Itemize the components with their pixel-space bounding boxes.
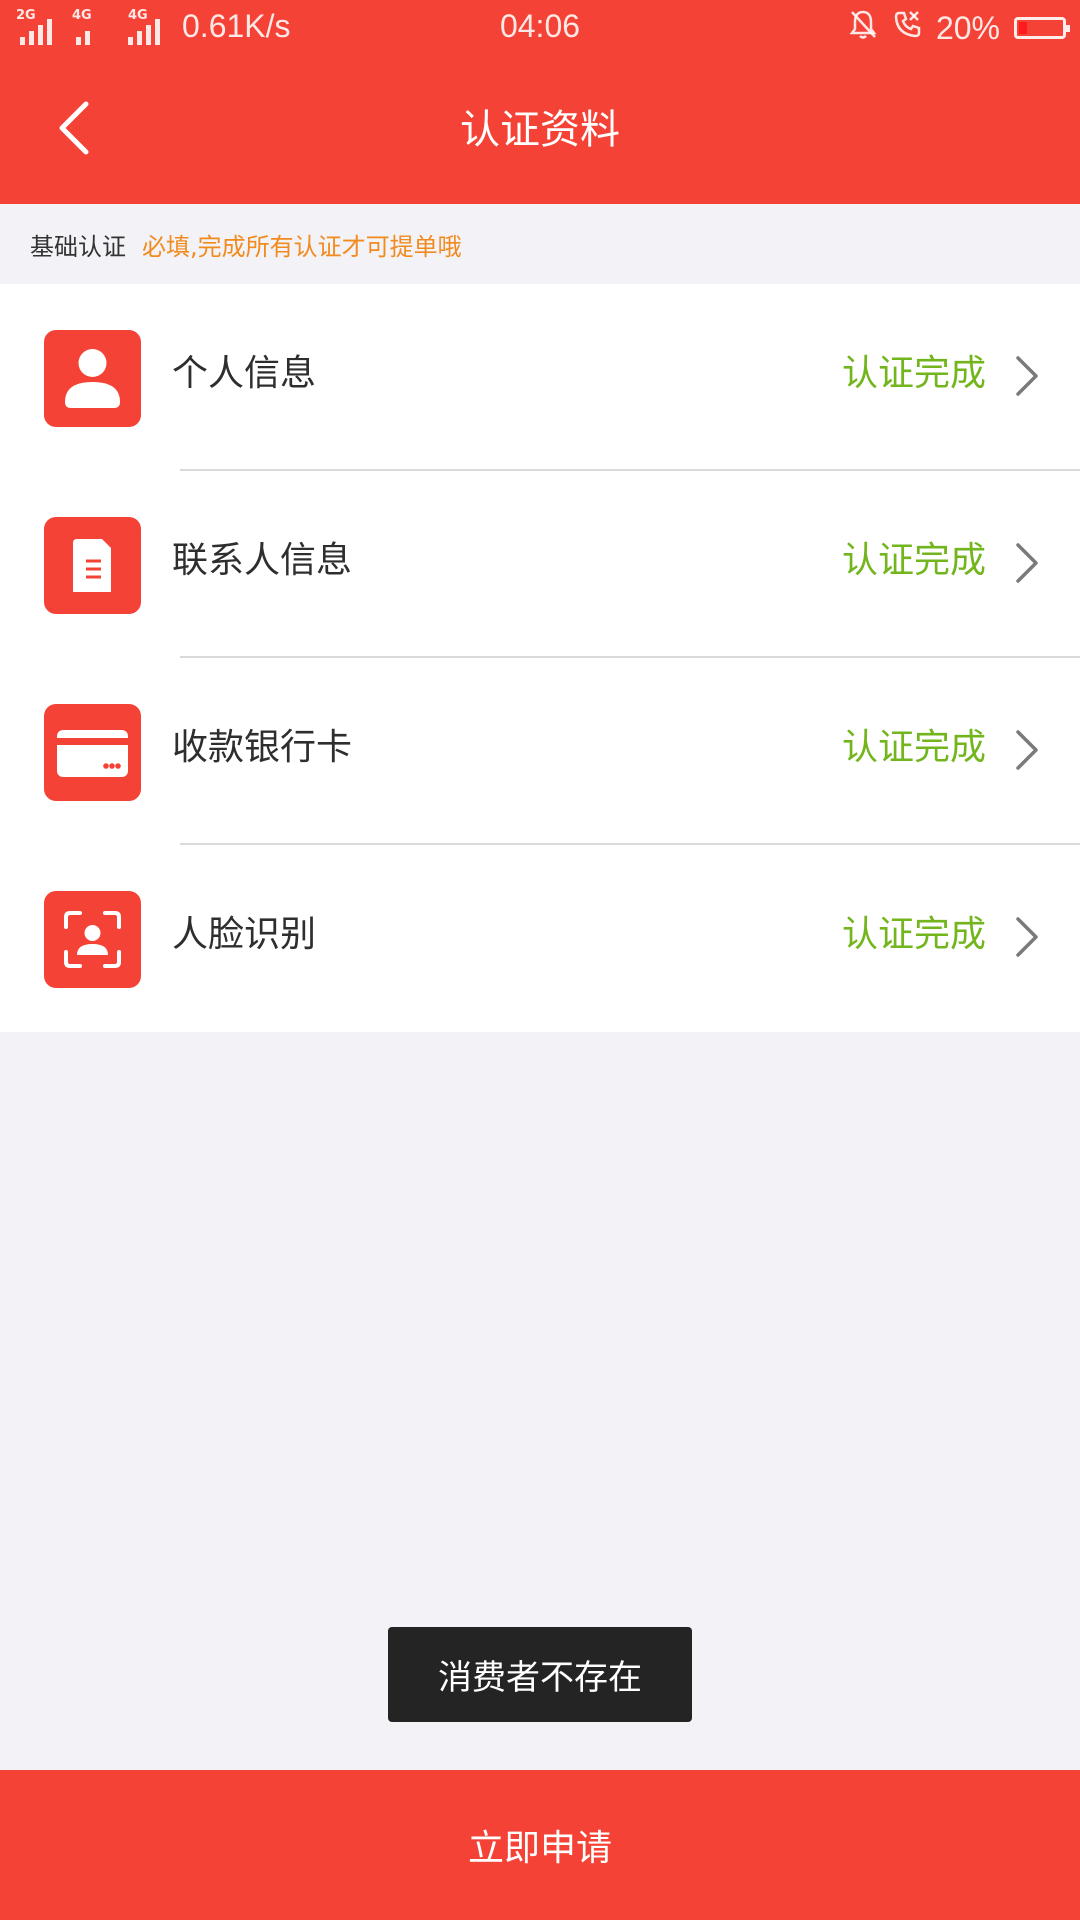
list-item-bank-card[interactable]: 收款银行卡 认证完成 — [0, 658, 1080, 845]
list-item-contact-info[interactable]: 联系人信息 认证完成 — [0, 471, 1080, 658]
apply-now-button[interactable]: 立即申请 — [0, 1770, 1080, 1920]
battery-icon — [1014, 17, 1070, 39]
list-item-face-recognition[interactable]: 人脸识别 认证完成 — [0, 845, 1080, 1032]
section-label: 基础认证 — [30, 232, 126, 261]
call-icon — [892, 8, 922, 48]
face-scan-icon — [44, 891, 141, 988]
status-text: 认证完成 — [841, 727, 986, 768]
item-label: 个人信息 — [172, 353, 317, 394]
bell-off-icon — [848, 8, 878, 48]
chevron-right-icon — [1016, 917, 1038, 957]
item-label: 收款银行卡 — [172, 727, 353, 768]
list-item-personal-info[interactable]: 个人信息 认证完成 — [0, 284, 1080, 471]
document-icon — [44, 517, 141, 614]
bank-card-icon — [44, 704, 141, 801]
page-title: 认证资料 — [460, 107, 620, 153]
status-text: 认证完成 — [841, 353, 986, 394]
item-label: 人脸识别 — [172, 914, 317, 955]
status-text: 认证完成 — [841, 540, 986, 581]
person-icon — [44, 330, 141, 427]
status-text: 认证完成 — [841, 914, 986, 955]
verification-list: 个人信息 认证完成 联系人信息 认证完成 收款银行卡 认证完成 人脸识别 认证完… — [0, 284, 1080, 1032]
status-bar: 2G 4G 4G 0.61K/s 04:06 20% — [0, 0, 1080, 58]
section-note: 必填,完成所有认证才可提单哦 — [142, 232, 462, 261]
chevron-right-icon — [1016, 356, 1038, 396]
item-label: 联系人信息 — [172, 540, 353, 581]
chevron-right-icon — [1016, 543, 1038, 583]
section-header: 基础认证 必填,完成所有认证才可提单哦 — [0, 204, 1080, 284]
app-header: 2G 4G 4G 0.61K/s 04:06 20% 认证资料 — [0, 0, 1080, 204]
status-right: 20% — [848, 8, 1070, 48]
toast-message: 消费者不存在 — [388, 1627, 692, 1722]
battery-percent: 20% — [935, 9, 1000, 46]
chevron-right-icon — [1016, 730, 1038, 770]
